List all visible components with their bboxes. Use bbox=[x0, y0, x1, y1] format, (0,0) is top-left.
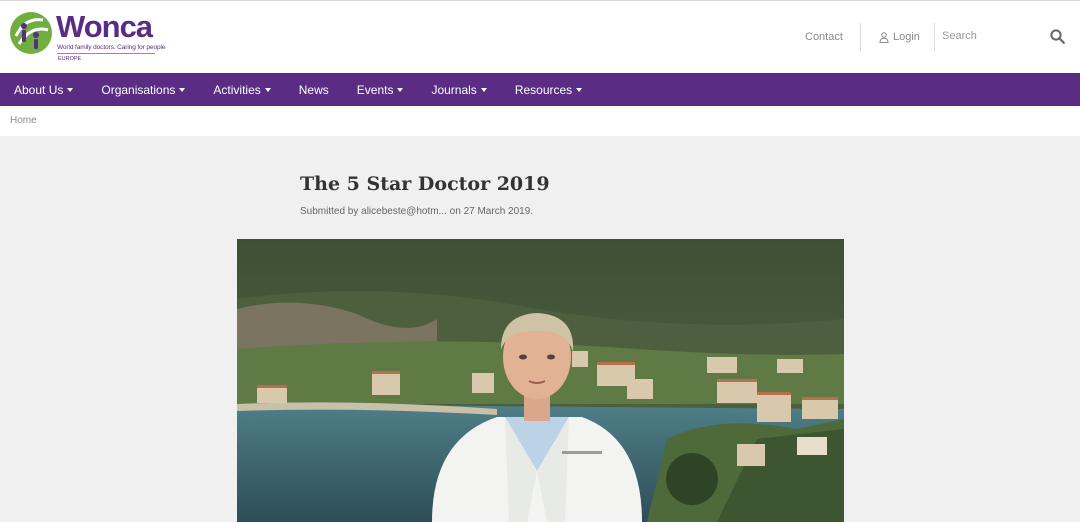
nav-item-journals[interactable]: Journals bbox=[417, 73, 500, 106]
search-button[interactable] bbox=[1046, 25, 1068, 47]
nav-item-news[interactable]: News bbox=[285, 73, 343, 106]
search-input[interactable] bbox=[942, 25, 1042, 47]
main-nav: About Us Organisations Activities News E… bbox=[0, 73, 1080, 106]
breadcrumb-home[interactable]: Home bbox=[10, 115, 37, 126]
doctor-photo bbox=[237, 239, 844, 522]
caret-down-icon bbox=[179, 88, 186, 92]
caret-down-icon bbox=[576, 88, 583, 92]
nav-item-label: Activities bbox=[213, 82, 261, 97]
caret-down-icon bbox=[67, 88, 74, 92]
caret-down-icon bbox=[397, 88, 404, 92]
logo-underline bbox=[57, 53, 155, 54]
nav-item-label: Events bbox=[356, 82, 394, 97]
logo-wordmark: Wonca bbox=[56, 9, 153, 44]
nav-item-events[interactable]: Events bbox=[343, 73, 418, 106]
submitted-meta: Submitted by alicebeste@hotm... on 27 Ma… bbox=[300, 206, 534, 217]
divider bbox=[860, 23, 861, 51]
divider bbox=[934, 23, 935, 51]
user-icon bbox=[879, 31, 889, 43]
contact-link[interactable]: Contact bbox=[805, 1, 843, 73]
nav-item-resources[interactable]: Resources bbox=[501, 73, 596, 106]
login-link[interactable]: Login bbox=[879, 1, 920, 73]
nav-item-label: News bbox=[298, 82, 329, 97]
nav-item-label: About Us bbox=[14, 82, 64, 97]
nav-item-label: Resources bbox=[514, 82, 573, 97]
logo-region: EUROPE bbox=[58, 56, 82, 62]
wonca-logo-icon bbox=[10, 12, 52, 54]
page-title: The 5 Star Doctor 2019 bbox=[300, 173, 550, 195]
nav-item-activities[interactable]: Activities bbox=[199, 73, 284, 106]
login-label: Login bbox=[893, 31, 920, 43]
caret-down-icon bbox=[264, 88, 271, 92]
nav-item-label: Journals bbox=[431, 82, 477, 97]
logo-tagline: World family doctors. Caring for people bbox=[57, 44, 166, 51]
caret-down-icon bbox=[480, 88, 487, 92]
wonca-logo[interactable]: Wonca World family doctors. Caring for p… bbox=[9, 9, 169, 67]
breadcrumb: Home bbox=[0, 106, 1080, 136]
article-image bbox=[237, 239, 844, 522]
nav-item-label: Organisations bbox=[101, 82, 176, 97]
search-icon bbox=[1049, 28, 1065, 44]
site-header: Wonca World family doctors. Caring for p… bbox=[0, 0, 1080, 73]
nav-item-about-us[interactable]: About Us bbox=[0, 73, 87, 106]
nav-item-organisations[interactable]: Organisations bbox=[87, 73, 199, 106]
